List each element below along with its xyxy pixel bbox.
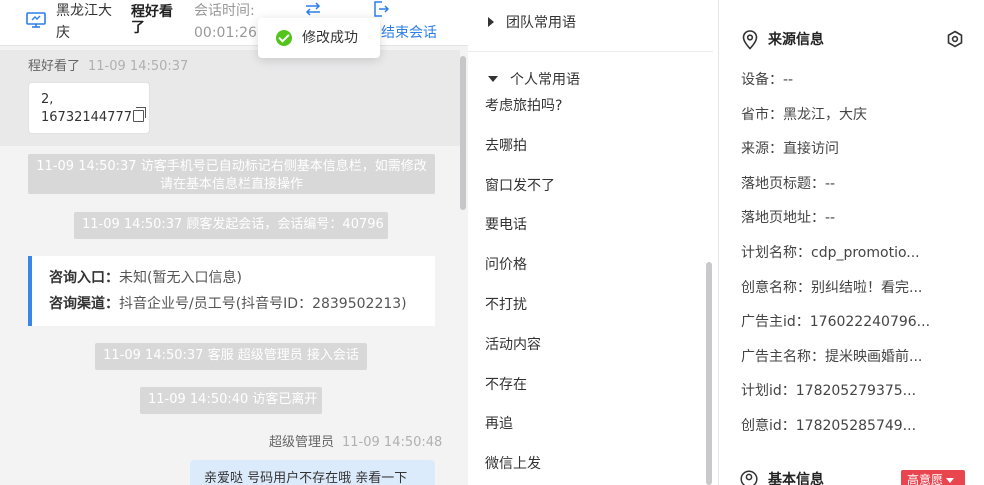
- basic-info-title: 基本信息: [768, 472, 824, 485]
- chat-header: 黑龙江大庆 程好看了 会话时间: 00:01:26 结束会话: [0, 0, 468, 46]
- consult-channel-row: 咨询渠道：抖音企业号/员工号(抖音号ID：2839502213): [49, 291, 435, 317]
- location-pin-icon: [742, 30, 758, 50]
- info-row-landing-title: 落地页标题：--: [741, 176, 836, 192]
- info-row-source: 来源：直接访问: [741, 141, 839, 157]
- phrase-item[interactable]: 窗口发不了: [485, 176, 555, 196]
- phrases-scrollbar[interactable]: [706, 262, 712, 485]
- visitor-message-bubble[interactable]: 2, 16732144777: [28, 82, 150, 134]
- system-message: 11-09 14:50:37 顾客发起会话，会话编号：40796: [74, 212, 388, 239]
- system-message: 11-09 14:50:37 访客手机号已自动标记右侧基本信息栏，如需修改请在基…: [28, 154, 435, 194]
- info-row-advertiser-id: 广告主id：176022240796...: [741, 314, 931, 330]
- info-row-creative-name: 创意名称：别纠结啦！看完...: [741, 280, 923, 296]
- visitor-message-line1: 2,: [41, 92, 54, 107]
- copy-icon[interactable]: [132, 107, 146, 122]
- system-message: 11-09 14:50:40 访客已离开: [140, 387, 322, 414]
- intent-level-badge[interactable]: 高意愿: [901, 470, 965, 485]
- phrases-panel: 团队常用语 个人常用语 考虑旅拍吗? 去哪拍 窗口发不了 要电话 问价格 不打扰…: [468, 0, 719, 485]
- chat-panel: 程好看了 11-09 14:50:37 2, 16732144777 11-09 …: [0, 0, 468, 485]
- phrase-item[interactable]: 问价格: [485, 255, 527, 275]
- phrase-item[interactable]: 活动内容: [485, 335, 541, 355]
- consult-info-card: 咨询入口：未知(暂无入口信息) 咨询渠道：抖音企业号/员工号(抖音号ID：283…: [28, 256, 435, 326]
- phrase-group-team-label: 团队常用语: [506, 15, 576, 31]
- end-session-icon[interactable]: [373, 1, 389, 17]
- phrase-item[interactable]: 去哪拍: [485, 136, 527, 156]
- phrase-group-personal[interactable]: 个人常用语: [488, 70, 580, 90]
- monitor-icon: [26, 12, 46, 28]
- agent-message-time: 11-09 14:50:48: [342, 435, 443, 450]
- agent-message-meta: 超级管理员 11-09 14:50:48: [269, 434, 442, 452]
- phrase-group-personal-label: 个人常用语: [510, 72, 580, 88]
- phrase-item[interactable]: 不打扰: [485, 295, 527, 315]
- info-row-plan-id: 计划id：178205279375...: [741, 383, 917, 399]
- info-row-device: 设备：--: [741, 72, 794, 88]
- session-time-value: 00:01:26: [194, 25, 257, 41]
- info-panel: 来源信息 设备：-- 省市：黑龙江，大庆 来源：直接访问 落地页标题：-- 落地…: [720, 0, 984, 485]
- caret-right-icon: [488, 17, 494, 27]
- intent-level-label: 高意愿: [907, 473, 944, 485]
- agent-message-bubble[interactable]: 亲爱哒 号码用户不存在哦 亲看一下: [190, 460, 435, 485]
- agent-message-name: 超级管理员: [269, 435, 335, 450]
- phrase-item[interactable]: 不存在: [485, 375, 527, 395]
- source-info-title: 来源信息: [768, 32, 824, 48]
- visitor-region: 黑龙江大庆: [56, 3, 112, 41]
- consult-entry-value: 未知(暂无入口信息): [119, 270, 242, 286]
- end-session-button[interactable]: 结束会话: [381, 22, 437, 44]
- visitor-message-time: 11-09 14:50:37: [88, 59, 189, 74]
- system-message: 11-09 14:50:37 客服 超级管理员 接入会话: [95, 343, 367, 370]
- success-toast: 修改成功: [258, 18, 380, 58]
- session-time-label: 会话时间:: [194, 3, 255, 19]
- consult-entry-label: 咨询入口：: [49, 270, 119, 286]
- phrase-item[interactable]: 要电话: [485, 215, 527, 235]
- consult-channel-value: 抖音企业号/员工号(抖音号ID：2839502213): [119, 296, 407, 312]
- info-row-plan-name: 计划名称：cdp_promotio...: [741, 245, 920, 261]
- visitor-message-name: 程好看了: [28, 59, 81, 74]
- info-row-creative-id: 创意id：178205285749...: [741, 418, 917, 434]
- visitor-message-meta: 程好看了 11-09 14:50:37: [28, 58, 188, 76]
- visitor-name: 程好看了: [131, 4, 173, 36]
- user-icon: [740, 470, 758, 485]
- phrase-item[interactable]: 微信上发: [485, 454, 541, 474]
- check-circle-icon: [276, 30, 292, 46]
- transfer-icon[interactable]: [304, 2, 322, 16]
- phrase-item[interactable]: 考虑旅拍吗?: [485, 96, 562, 116]
- caret-down-icon: [488, 76, 498, 82]
- chat-scrollbar[interactable]: [460, 56, 466, 210]
- divider: [468, 51, 713, 52]
- consult-entry-row: 咨询入口：未知(暂无入口信息): [49, 265, 435, 291]
- caret-down-icon: [946, 478, 955, 483]
- phrase-group-team[interactable]: 团队常用语: [488, 13, 576, 33]
- phrase-item[interactable]: 再追: [485, 414, 513, 434]
- consult-channel-label: 咨询渠道：: [49, 296, 119, 312]
- info-row-advertiser-name: 广告主名称：提米映画婚前...: [741, 349, 923, 365]
- settings-icon[interactable]: [946, 30, 964, 48]
- info-row-landing-url: 落地页地址：--: [741, 210, 836, 226]
- info-row-province-city: 省市：黑龙江，大庆: [741, 107, 867, 123]
- visitor-phone-number: 16732144777: [41, 110, 132, 125]
- toast-text: 修改成功: [302, 30, 358, 46]
